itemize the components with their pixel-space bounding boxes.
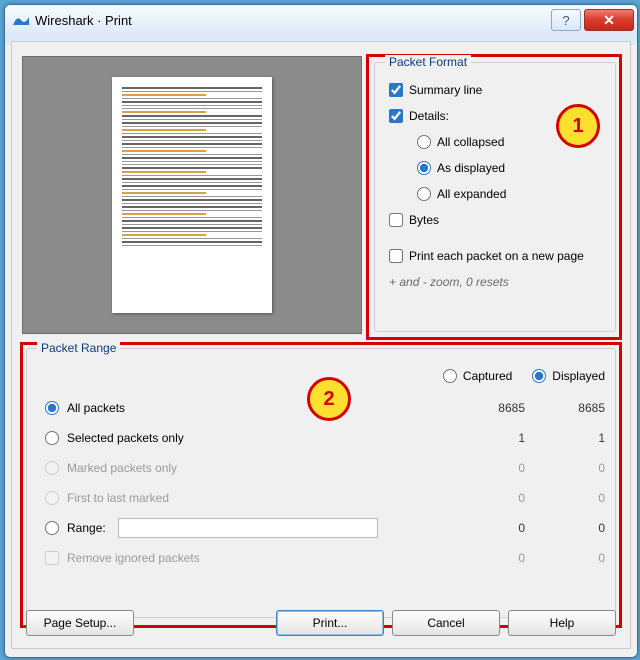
- zoom-hint: + and - zoom, 0 resets: [389, 275, 605, 289]
- dialog-body: 1 Packet Format Summary line Details: Al…: [11, 41, 631, 649]
- marked-only-label: Marked packets only: [67, 461, 177, 475]
- window-title: Wireshark · Print: [35, 13, 132, 28]
- selected-only-displayed: 1: [525, 431, 605, 445]
- first-to-last-captured: 0: [445, 491, 525, 505]
- all-expanded-radio[interactable]: [417, 187, 431, 201]
- range-input[interactable]: [118, 518, 378, 538]
- captured-label: Captured: [463, 369, 512, 383]
- all-collapsed-label: All collapsed: [437, 135, 504, 149]
- range-radio[interactable]: [45, 521, 59, 535]
- remove-ignored-displayed: 0: [525, 551, 605, 565]
- titlebar: Wireshark · Print ? ✕: [5, 5, 637, 35]
- close-icon: ✕: [603, 13, 615, 27]
- marked-only-displayed: 0: [525, 461, 605, 475]
- all-packets-captured: 8685: [445, 401, 525, 415]
- titlebar-close-button[interactable]: ✕: [584, 9, 634, 31]
- all-expanded-label: All expanded: [437, 187, 506, 201]
- details-label: Details:: [409, 109, 449, 123]
- marked-only-radio: [45, 461, 59, 475]
- packet-format-legend: Packet Format: [385, 55, 471, 69]
- as-displayed-label: As displayed: [437, 161, 505, 175]
- selected-only-captured: 1: [445, 431, 525, 445]
- range-captured: 0: [445, 521, 525, 535]
- captured-radio[interactable]: [443, 369, 457, 383]
- help-button[interactable]: Help: [508, 610, 616, 636]
- bytes-label: Bytes: [409, 213, 439, 227]
- all-packets-radio[interactable]: [45, 401, 59, 415]
- print-dialog: Wireshark · Print ? ✕ 1: [4, 4, 638, 658]
- details-checkbox[interactable]: [389, 109, 403, 123]
- as-displayed-radio[interactable]: [417, 161, 431, 175]
- button-bar: Page Setup... Print... Cancel Help: [26, 610, 616, 636]
- marked-only-captured: 0: [445, 461, 525, 475]
- each-new-page-checkbox[interactable]: [389, 249, 403, 263]
- packet-range-legend: Packet Range: [37, 341, 120, 355]
- all-collapsed-radio[interactable]: [417, 135, 431, 149]
- first-to-last-radio: [45, 491, 59, 505]
- remove-ignored-captured: 0: [445, 551, 525, 565]
- summary-line-label: Summary line: [409, 83, 482, 97]
- each-new-page-label: Print each packet on a new page: [409, 249, 584, 263]
- annotation-callout-1: 1: [556, 104, 600, 148]
- first-to-last-displayed: 0: [525, 491, 605, 505]
- help-icon: ?: [562, 13, 569, 28]
- all-packets-displayed: 8685: [525, 401, 605, 415]
- titlebar-help-button[interactable]: ?: [551, 9, 581, 31]
- wireshark-icon: [13, 12, 29, 28]
- bytes-checkbox[interactable]: [389, 213, 403, 227]
- annotation-callout-2: 2: [307, 377, 351, 421]
- print-button[interactable]: Print...: [276, 610, 384, 636]
- preview-page: [112, 77, 272, 313]
- packet-format-group: Packet Format Summary line Details: All …: [374, 62, 616, 332]
- remove-ignored-checkbox: [45, 551, 59, 565]
- cancel-button[interactable]: Cancel: [392, 610, 500, 636]
- range-label: Range:: [67, 521, 106, 535]
- first-to-last-label: First to last marked: [67, 491, 169, 505]
- range-displayed: 0: [525, 521, 605, 535]
- selected-only-label: Selected packets only: [67, 431, 184, 445]
- print-preview[interactable]: [22, 56, 362, 334]
- selected-only-radio[interactable]: [45, 431, 59, 445]
- displayed-radio[interactable]: [532, 369, 546, 383]
- displayed-label: Displayed: [552, 369, 605, 383]
- remove-ignored-label: Remove ignored packets: [67, 551, 200, 565]
- page-setup-button[interactable]: Page Setup...: [26, 610, 134, 636]
- summary-line-checkbox[interactable]: [389, 83, 403, 97]
- all-packets-label: All packets: [67, 401, 125, 415]
